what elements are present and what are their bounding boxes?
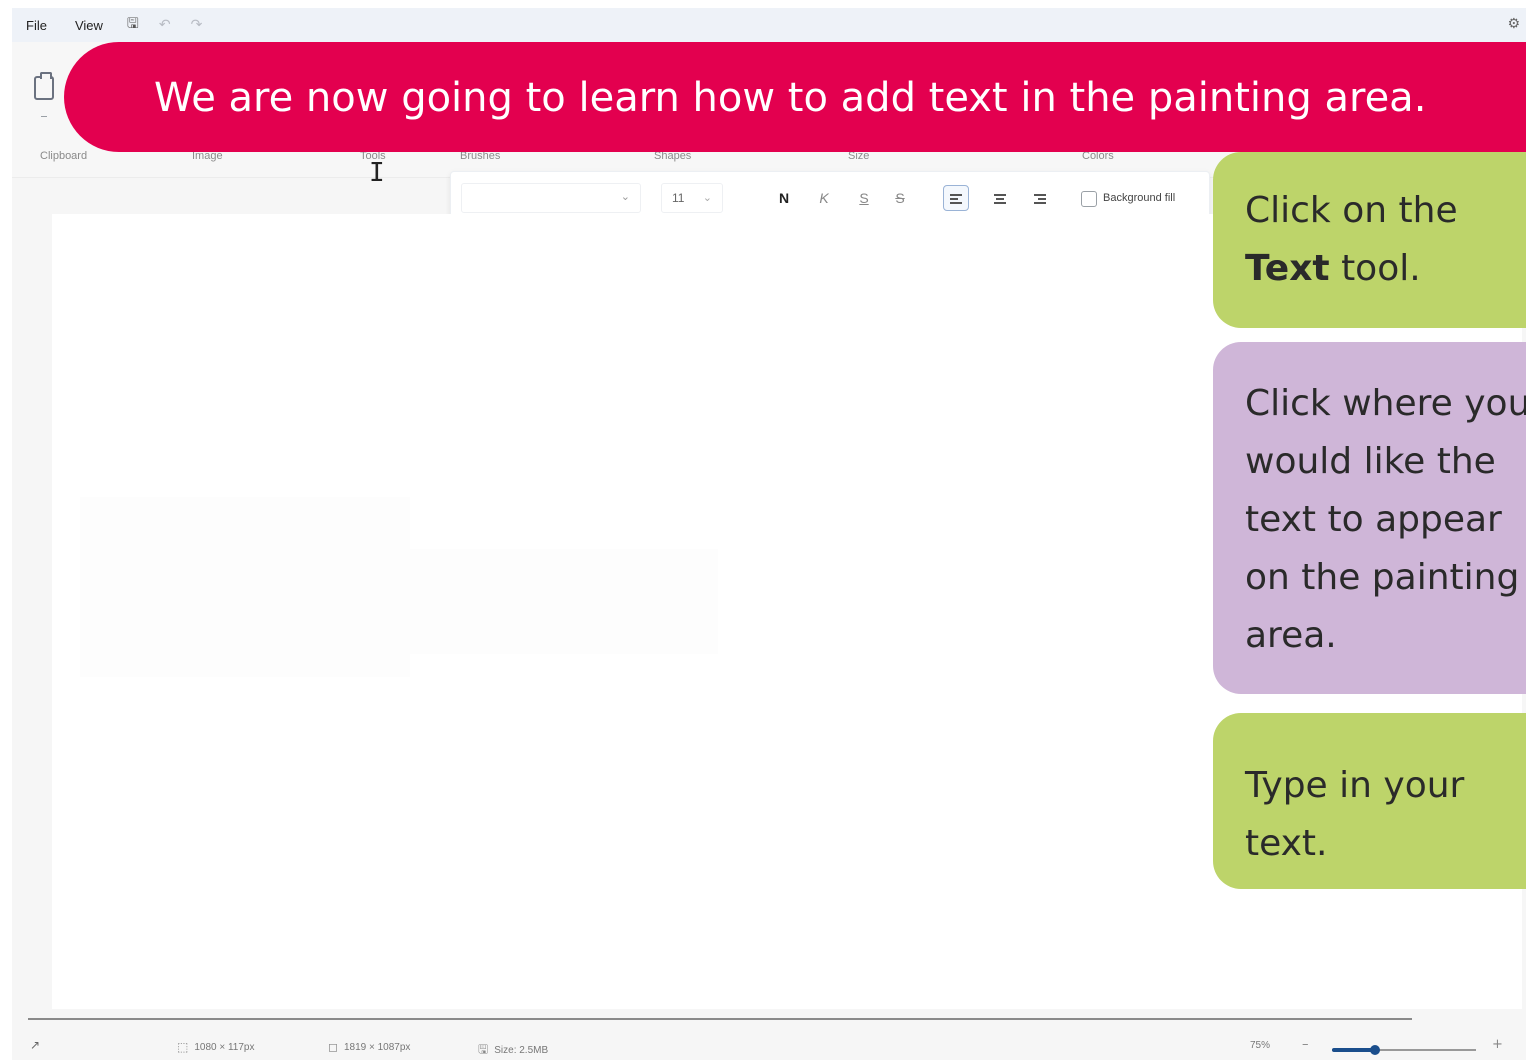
font-size-select[interactable]: 11 ⌄ [661, 183, 723, 213]
paste-icon[interactable] [34, 72, 54, 100]
step-2-line: area. [1245, 615, 1337, 656]
menu-view[interactable]: View [61, 18, 117, 33]
group-label-clipboard: Clipboard [40, 150, 88, 162]
selection-size-readout: ⬚ 1080 × 117px [177, 1040, 255, 1054]
align-left-button[interactable] [943, 185, 969, 211]
step-3-line: Type in your [1245, 765, 1465, 806]
strikethrough-button[interactable]: S [887, 185, 913, 211]
align-left-icon [950, 194, 962, 204]
italic-button[interactable]: K [811, 185, 837, 211]
zoom-in-button[interactable]: + [1492, 1037, 1503, 1052]
zoom-level-text: 75% [1250, 1040, 1271, 1051]
horizontal-scrollbar[interactable] [28, 1018, 1412, 1020]
step-2-line: on the painting [1245, 557, 1520, 598]
file-size-text: Size: 2.5MB [494, 1045, 549, 1056]
zoom-readout: 75% [1250, 1040, 1270, 1051]
background-fill-checkbox[interactable] [1081, 191, 1097, 207]
menubar: File View 🖫 ↶ ↷ ⚙ [12, 8, 1526, 42]
bold-button[interactable]: N [771, 185, 797, 211]
pointer-icon: ↗ [30, 1038, 41, 1052]
step-2-line: Click where you [1245, 383, 1526, 424]
file-size-readout: 🖫 Size: 2.5MB [478, 1040, 548, 1060]
align-right-icon [1034, 194, 1046, 204]
canvas-size-icon: ◻ [328, 1040, 338, 1054]
step-2-line: text to appear [1245, 499, 1502, 540]
zoom-slider[interactable] [1332, 1045, 1476, 1055]
instruction-banner: We are now going to learn how to add tex… [64, 42, 1526, 152]
step-1-line-1: Click on the [1245, 190, 1458, 231]
redo-icon[interactable]: ↷ [181, 17, 213, 33]
settings-icon[interactable]: ⚙ [1507, 16, 1520, 32]
status-bar: ↗ ⬚ 1080 × 117px ◻ 1819 × 1087px 🖫 Size:… [12, 1010, 1526, 1060]
chevron-down-icon: ⌄ [702, 192, 712, 204]
step-1-line-2: Text tool. [1245, 240, 1526, 298]
step-3-callout: Type in your text. [1213, 713, 1526, 889]
zoom-slider-fill [1332, 1048, 1376, 1052]
text-cursor-icon: I [369, 158, 385, 188]
font-family-select[interactable]: ⌄ [461, 183, 641, 213]
step-3-line: text. [1245, 823, 1328, 864]
step-2-callout: Click where you would like the text to a… [1213, 342, 1526, 694]
align-center-button[interactable] [987, 185, 1013, 211]
step-2-line: would like the [1245, 441, 1496, 482]
step-1-suffix: tool. [1329, 248, 1421, 289]
step-1-callout: Click on the Text tool. [1213, 152, 1526, 328]
selection-icon: ⬚ [177, 1040, 189, 1054]
canvas-size-readout: ◻ 1819 × 1087px [328, 1040, 410, 1054]
save-icon[interactable]: 🖫 [117, 13, 149, 37]
paste-dropdown-icon[interactable] [41, 116, 47, 117]
font-size-value: 11 [672, 191, 685, 205]
zoom-slider-thumb[interactable] [1370, 1045, 1381, 1055]
undo-icon[interactable]: ↶ [149, 17, 181, 33]
file-size-icon: 🖫 [478, 1042, 489, 1056]
align-center-icon [994, 194, 1006, 204]
align-right-button[interactable] [1027, 185, 1053, 211]
menu-file[interactable]: File [12, 18, 61, 33]
canvas-size-text: 1819 × 1087px [343, 1041, 411, 1053]
underline-button[interactable]: S [851, 185, 877, 211]
chevron-down-icon: ⌄ [620, 190, 630, 203]
step-1-bold-text: Text [1245, 248, 1330, 289]
zoom-out-button[interactable]: – [1302, 1037, 1309, 1052]
selection-size-text: 1080 × 117px [194, 1041, 255, 1053]
background-fill-label: Background fill [1103, 192, 1176, 204]
